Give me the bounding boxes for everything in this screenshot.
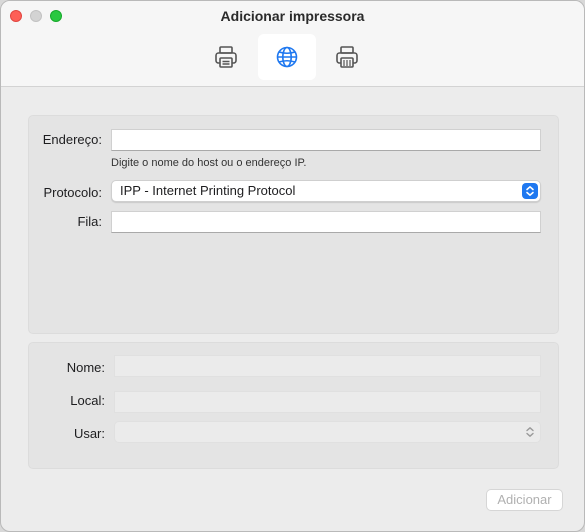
use-label: Usar: xyxy=(73,426,105,441)
name-field[interactable] xyxy=(114,355,541,377)
title-bar: Adicionar impressora xyxy=(1,1,584,87)
window-title: Adicionar impressora xyxy=(220,8,365,24)
protocol-popup[interactable]: IPP - Internet Printing Protocol xyxy=(111,180,541,202)
chevron-updown-icon xyxy=(522,183,538,199)
add-printer-window: Adicionar impressora Endereço: Digite o … xyxy=(0,0,585,532)
tab-windows[interactable] xyxy=(318,34,376,80)
chevron-updown-icon xyxy=(522,424,538,440)
printer-network-icon xyxy=(336,46,358,68)
address-field[interactable] xyxy=(111,129,541,151)
address-hint: Digite o nome do host ou o endereço IP. xyxy=(111,157,307,169)
location-field[interactable] xyxy=(114,391,541,413)
location-label: Local: xyxy=(70,393,105,408)
protocol-label: Protocolo: xyxy=(43,185,102,200)
globe-icon xyxy=(276,46,298,68)
protocol-value: IPP - Internet Printing Protocol xyxy=(120,183,296,198)
name-label: Nome: xyxy=(66,360,105,375)
printer-icon xyxy=(215,46,237,68)
address-label: Endereço: xyxy=(42,132,102,147)
add-button[interactable]: Adicionar xyxy=(486,489,563,511)
queue-field[interactable] xyxy=(111,211,541,233)
use-popup[interactable] xyxy=(114,421,541,443)
tab-default-printer[interactable] xyxy=(197,34,255,80)
tab-ip[interactable] xyxy=(258,34,316,80)
queue-label: Fila: xyxy=(77,214,102,229)
